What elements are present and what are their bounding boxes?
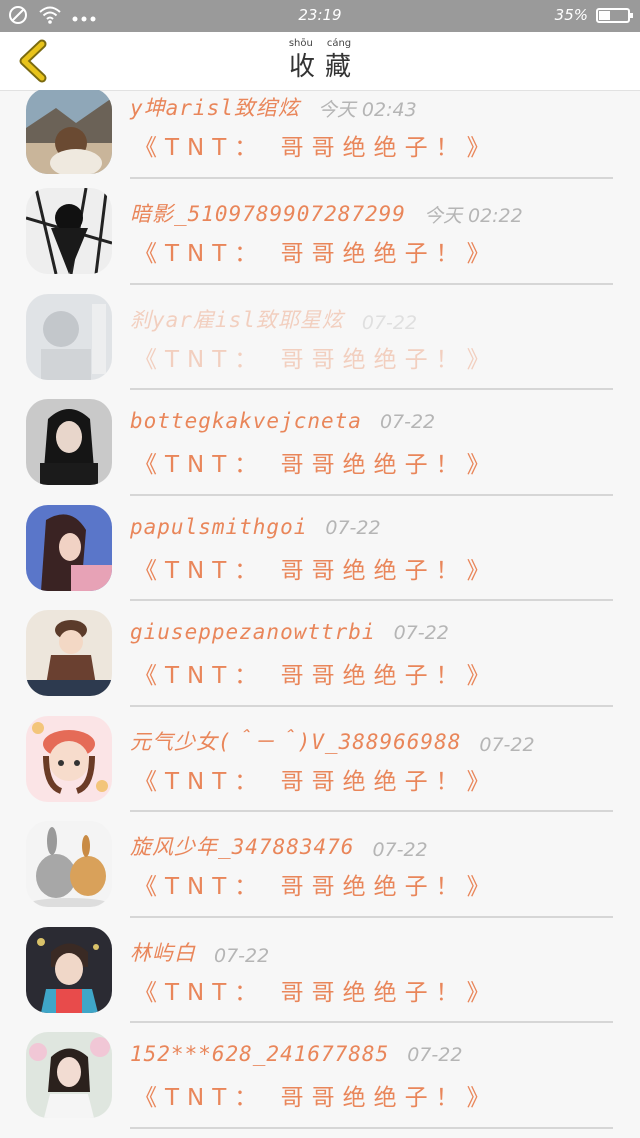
favorite-message[interactable]: 《TNT： 哥哥绝绝子！》: [134, 551, 498, 585]
user-name: bottegkakvejcneta: [130, 409, 362, 433]
avatar[interactable]: [26, 610, 112, 696]
title-text: 收藏: [288, 52, 361, 82]
avatar[interactable]: [26, 504, 112, 591]
user-name: 旋风少年_347883476: [130, 835, 355, 859]
avatar[interactable]: [26, 821, 112, 907]
item-date: 07-22: [393, 622, 449, 644]
list-item[interactable]: 152***628_241677885 07-22 《TNT： 哥哥绝绝子！》: [0, 1022, 640, 1129]
item-date: 07-22: [325, 516, 381, 539]
avatar[interactable]: [26, 715, 112, 802]
favorite-message[interactable]: 《TNT： 哥哥绝绝子！》: [134, 762, 498, 796]
avatar[interactable]: [26, 1032, 112, 1118]
item-date: 07-22: [372, 839, 428, 861]
list-item[interactable]: 元气少女(＾－＾)V_388966988 07-22 《TNT： 哥哥绝绝子！》: [0, 706, 640, 812]
favorite-message[interactable]: 《TNT： 哥哥绝绝子！》: [134, 656, 498, 690]
item-date: 07-22: [361, 311, 418, 334]
list-item[interactable]: 刹yar雇isl致耶星炫 07-22 《TNT： 哥哥绝绝子！》: [0, 284, 640, 390]
favorite-message[interactable]: 《TNT： 哥哥绝绝子！》: [134, 867, 498, 901]
user-name: 152***628_241677885: [130, 1042, 390, 1066]
favorites-list[interactable]: y坤arisl致绾炫 今天 02:43 《TNT： 哥哥绝绝子！》 暗影_510…: [0, 90, 640, 1138]
favorite-message[interactable]: 《TNT： 哥哥绝绝子！》: [134, 128, 498, 162]
item-date: 今天 02:43: [317, 99, 417, 121]
battery-percent: 35%: [554, 6, 588, 24]
item-date: 07-22: [379, 411, 436, 433]
list-item[interactable]: 旋风少年_347883476 07-22 《TNT： 哥哥绝绝子！》: [0, 811, 640, 918]
user-name: 刹yar雇isl致耶星炫: [130, 307, 344, 332]
item-date: 今天 02:22: [423, 205, 523, 227]
page-title: shōu cáng 收藏: [0, 38, 640, 84]
list-item[interactable]: giuseppezanowttrbi 07-22 《TNT： 哥哥绝绝子！》: [0, 600, 640, 707]
list-item[interactable]: bottegkakvejcneta 07-22 《TNT： 哥哥绝绝子！》: [0, 389, 640, 496]
favorite-message[interactable]: 《TNT： 哥哥绝绝子！》: [134, 973, 498, 1007]
item-date: 07-22: [214, 944, 270, 967]
user-name: y坤arisl致绾炫: [130, 96, 300, 120]
list-item[interactable]: papulsmithgoi 07-22 《TNT： 哥哥绝绝子！》: [0, 495, 640, 601]
item-date: 07-22: [407, 1044, 463, 1066]
list-item[interactable]: 暗影_5109789907287299 今天 02:22 《TNT： 哥哥绝绝子…: [0, 178, 640, 285]
avatar[interactable]: [26, 90, 112, 174]
user-name: 林屿白: [130, 940, 196, 965]
user-name: papulsmithgoi: [130, 514, 308, 539]
divider: [130, 1126, 613, 1129]
list-item[interactable]: 林屿白 07-22 《TNT： 哥哥绝绝子！》: [0, 917, 640, 1023]
favorite-message[interactable]: 《TNT： 哥哥绝绝子！》: [134, 234, 498, 268]
battery-icon: [596, 8, 633, 23]
status-bar: 23:19 35%: [0, 0, 640, 32]
item-date: 07-22: [479, 733, 535, 756]
avatar[interactable]: [26, 293, 112, 380]
avatar[interactable]: [26, 399, 112, 485]
favorite-message[interactable]: 《TNT： 哥哥绝绝子！》: [134, 340, 498, 374]
avatar[interactable]: [26, 188, 112, 274]
status-time: 23:19: [298, 6, 342, 24]
favorite-message[interactable]: 《TNT： 哥哥绝绝子！》: [134, 1078, 498, 1112]
avatar[interactable]: [26, 926, 112, 1013]
user-name: 暗影_5109789907287299: [130, 202, 406, 226]
list-item[interactable]: y坤arisl致绾炫 今天 02:43 《TNT： 哥哥绝绝子！》: [0, 90, 640, 179]
favorite-message[interactable]: 《TNT： 哥哥绝绝子！》: [134, 445, 498, 479]
user-name: 元气少女(＾－＾)V_388966988: [130, 729, 462, 754]
title-pinyin: shōu cáng: [288, 38, 352, 49]
nav-bar: shōu cáng 收藏: [0, 32, 640, 91]
user-name: giuseppezanowttrbi: [130, 620, 376, 644]
